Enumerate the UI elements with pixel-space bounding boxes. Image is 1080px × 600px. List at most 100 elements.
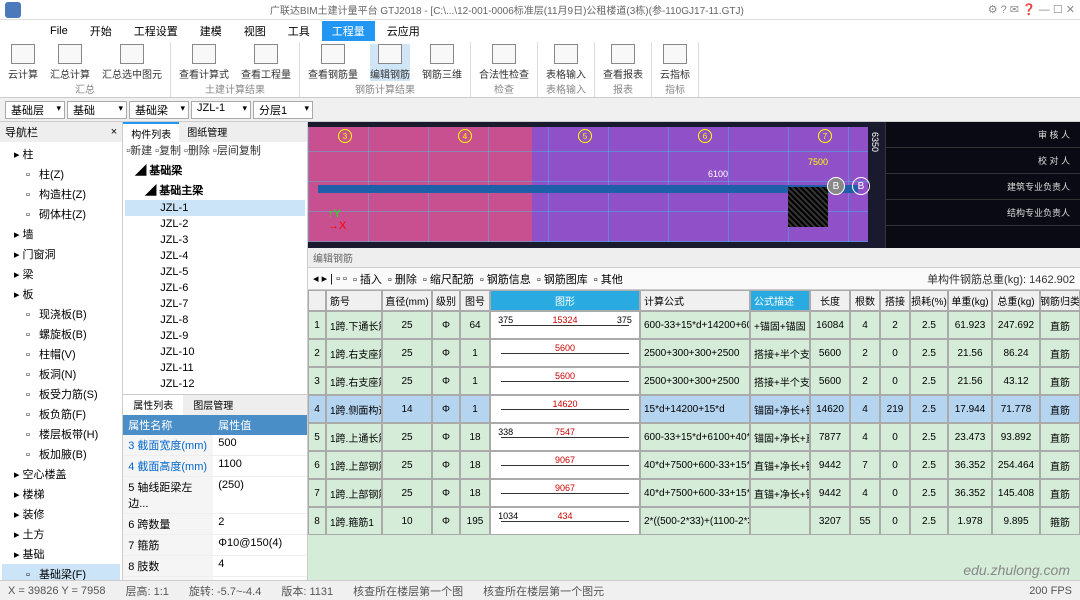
cell[interactable]: 1跨.上通长筋1 bbox=[326, 423, 382, 451]
cell[interactable]: 3 bbox=[308, 367, 326, 395]
gridtool-缩尺配筋[interactable]: ▫ 缩尺配筋 bbox=[423, 271, 474, 287]
tree-node[interactable]: ▫柱帽(V) bbox=[2, 344, 120, 364]
filter-dropdown[interactable]: JZL-1 bbox=[191, 101, 251, 119]
cell[interactable]: 箍筋 bbox=[1040, 507, 1080, 535]
cell[interactable]: 2500+300+300+2500 bbox=[640, 339, 750, 367]
cell[interactable]: 25 bbox=[382, 339, 432, 367]
col-header[interactable]: 根数 bbox=[850, 290, 880, 311]
list-item[interactable]: JZL-8 bbox=[125, 312, 305, 328]
tree-node[interactable]: ▸ 梁 bbox=[2, 264, 120, 284]
tab-构件列表[interactable]: 构件列表 bbox=[123, 122, 179, 142]
cell[interactable]: 43.12 bbox=[992, 367, 1040, 395]
cell[interactable]: 直筋 bbox=[1040, 367, 1080, 395]
list-item[interactable]: JZL-11 bbox=[125, 360, 305, 376]
cell[interactable]: 25 bbox=[382, 367, 432, 395]
col-header[interactable]: 搭接 bbox=[880, 290, 910, 311]
cell[interactable]: 600-33+15*d+14200+600-33+15*d bbox=[640, 311, 750, 339]
gridtool-钢筋图库[interactable]: ▫ 钢筋图库 bbox=[537, 271, 588, 287]
tree-node[interactable]: ▫板加腋(B) bbox=[2, 444, 120, 464]
list-item[interactable]: JZL-6 bbox=[125, 280, 305, 296]
table-row[interactable]: 81跨.箍筋110Φ19510344342*((500-2*33)+(1100-… bbox=[308, 507, 1080, 535]
cell[interactable]: 17.944 bbox=[948, 395, 992, 423]
cell[interactable]: 9442 bbox=[810, 451, 850, 479]
gridtool-删除[interactable]: ▫ 删除 bbox=[388, 271, 417, 287]
cell[interactable]: 18 bbox=[460, 479, 490, 507]
cell[interactable]: 247.692 bbox=[992, 311, 1040, 339]
cell[interactable]: 36.352 bbox=[948, 451, 992, 479]
cell[interactable]: 0 bbox=[880, 423, 910, 451]
list-item[interactable]: JZL-7 bbox=[125, 296, 305, 312]
cell[interactable]: 23.473 bbox=[948, 423, 992, 451]
cell[interactable]: 7 bbox=[850, 451, 880, 479]
cell[interactable]: 直锚+净长+锚固 bbox=[750, 479, 810, 507]
tool-新建[interactable]: ▫新建 bbox=[126, 142, 152, 158]
nav-close-icon[interactable]: × bbox=[111, 126, 117, 138]
cell[interactable]: 2.5 bbox=[910, 507, 948, 535]
cell[interactable]: 直筋 bbox=[1040, 395, 1080, 423]
cell[interactable]: Φ bbox=[432, 395, 460, 423]
cell[interactable]: Φ bbox=[432, 479, 460, 507]
list-item[interactable]: JZL-10 bbox=[125, 344, 305, 360]
beam-element[interactable] bbox=[318, 185, 858, 193]
ribbon-表格输入[interactable]: 表格输入 bbox=[546, 44, 586, 81]
tree-node[interactable]: ▸ 墙 bbox=[2, 224, 120, 244]
cell[interactable]: 21.56 bbox=[948, 339, 992, 367]
ribbon-查看报表[interactable]: 查看报表 bbox=[603, 44, 643, 81]
menu-工具[interactable]: 工具 bbox=[278, 21, 320, 41]
cell[interactable]: 直筋 bbox=[1040, 423, 1080, 451]
cell[interactable]: 2.5 bbox=[910, 423, 948, 451]
tree-node[interactable]: ▸ 基础 bbox=[2, 544, 120, 564]
cell[interactable]: 直筋 bbox=[1040, 451, 1080, 479]
list-group[interactable]: ◢ 基础主梁 bbox=[125, 180, 305, 200]
cell[interactable]: 9442 bbox=[810, 479, 850, 507]
col-header[interactable]: 级别 bbox=[432, 290, 460, 311]
cell[interactable]: 直筋 bbox=[1040, 311, 1080, 339]
cell[interactable]: 1034434 bbox=[490, 507, 640, 535]
cell[interactable]: 1跨.上部钢筋1 bbox=[326, 451, 382, 479]
cell[interactable]: 15*d+14200+15*d bbox=[640, 395, 750, 423]
prop-value[interactable]: 4 bbox=[213, 556, 307, 576]
cell[interactable]: 1跨.右支座筋1 bbox=[326, 339, 382, 367]
plan-viewport[interactable]: 34567 6100 7500 ↑Y→X 6350 B B 审 核 人校 对 人… bbox=[308, 122, 1080, 248]
tab-属性列表[interactable]: 属性列表 bbox=[123, 395, 183, 415]
cell[interactable]: 145.408 bbox=[992, 479, 1040, 507]
cell[interactable]: 4 bbox=[850, 479, 880, 507]
cell[interactable]: Φ bbox=[432, 339, 460, 367]
cell[interactable]: 锚固+净长+直锚 bbox=[750, 423, 810, 451]
tree-node[interactable]: ▫构造柱(Z) bbox=[2, 184, 120, 204]
cell[interactable]: 4 bbox=[850, 395, 880, 423]
cell[interactable]: 2 bbox=[850, 339, 880, 367]
tab-图纸管理[interactable]: 图纸管理 bbox=[179, 122, 235, 142]
cell[interactable]: 2 bbox=[850, 367, 880, 395]
cell[interactable]: 25 bbox=[382, 451, 432, 479]
table-row[interactable]: 41跨.侧面构造筋114Φ11462015*d+14200+15*d锚固+净长+… bbox=[308, 395, 1080, 423]
menu-工程量[interactable]: 工程量 bbox=[322, 21, 375, 41]
ribbon-汇总选中图元[interactable]: 汇总选中图元 bbox=[102, 44, 162, 81]
cell[interactable]: 254.464 bbox=[992, 451, 1040, 479]
tree-node[interactable]: ▸ 柱 bbox=[2, 144, 120, 164]
menu-开始[interactable]: 开始 bbox=[80, 21, 122, 41]
cell[interactable]: 93.892 bbox=[992, 423, 1040, 451]
cell[interactable]: 61.923 bbox=[948, 311, 992, 339]
tree-node[interactable]: ▫板负筋(F) bbox=[2, 404, 120, 424]
cell[interactable]: 4 bbox=[850, 423, 880, 451]
col-header[interactable]: 直径(mm) bbox=[382, 290, 432, 311]
cell[interactable]: 18 bbox=[460, 423, 490, 451]
cell[interactable]: 5600 bbox=[810, 367, 850, 395]
cell[interactable]: 5600 bbox=[490, 339, 640, 367]
list-item[interactable]: JZL-2 bbox=[125, 216, 305, 232]
window-controls[interactable]: ⚙ ? ✉ ❓ — ☐ ✕ bbox=[988, 3, 1075, 16]
table-row[interactable]: 71跨.上部钢筋125Φ18906740*d+7500+600-33+15*d直… bbox=[308, 479, 1080, 507]
cell[interactable]: 1 bbox=[460, 339, 490, 367]
cell[interactable]: 1 bbox=[460, 367, 490, 395]
tree-node[interactable]: ▫板洞(N) bbox=[2, 364, 120, 384]
cell[interactable]: 2.5 bbox=[910, 395, 948, 423]
cell[interactable]: 71.778 bbox=[992, 395, 1040, 423]
col-header[interactable]: 公式描述 bbox=[750, 290, 810, 311]
cell[interactable]: 64 bbox=[460, 311, 490, 339]
tree-node[interactable]: ▫柱(Z) bbox=[2, 164, 120, 184]
cell[interactable]: 5600 bbox=[490, 367, 640, 395]
cell[interactable]: 25 bbox=[382, 479, 432, 507]
cell[interactable]: 9.895 bbox=[992, 507, 1040, 535]
tree-node[interactable]: ▫楼层板带(H) bbox=[2, 424, 120, 444]
